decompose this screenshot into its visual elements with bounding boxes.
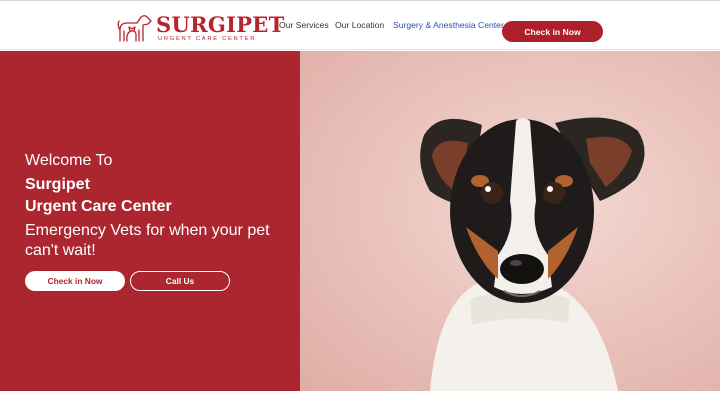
hero-subtitle: Emergency Vets for when your pet can't w…	[25, 222, 270, 259]
logo[interactable]: SURGIPET URGENT CARE CENTER	[116, 11, 284, 45]
nav-our-services[interactable]: Our Services	[279, 19, 329, 31]
logo-tagline: URGENT CARE CENTER	[158, 36, 257, 42]
hero-welcome: Welcome To	[25, 152, 113, 169]
page-bottom	[0, 391, 720, 414]
nav-our-location[interactable]: Our Location	[335, 19, 384, 31]
dog-photo	[420, 117, 645, 391]
hero-check-in-button[interactable]: Check in Now	[25, 271, 125, 291]
site-header: SURGIPET URGENT CARE CENTER Our Services…	[0, 0, 720, 50]
dog-cat-logo-icon	[117, 15, 152, 42]
hero-title-line1: Surgipet	[25, 176, 90, 193]
header-check-in-button[interactable]: Check in Now	[502, 21, 603, 42]
hero-title-line2: Urgent Care Center	[25, 198, 172, 215]
nav-surgery-anesthesia-center[interactable]: Surgery & Anesthesia Center	[393, 19, 504, 31]
logo-title: SURGIPET	[156, 12, 285, 37]
hero-call-us-button[interactable]: Call Us	[130, 271, 230, 291]
hero-image	[300, 51, 720, 391]
